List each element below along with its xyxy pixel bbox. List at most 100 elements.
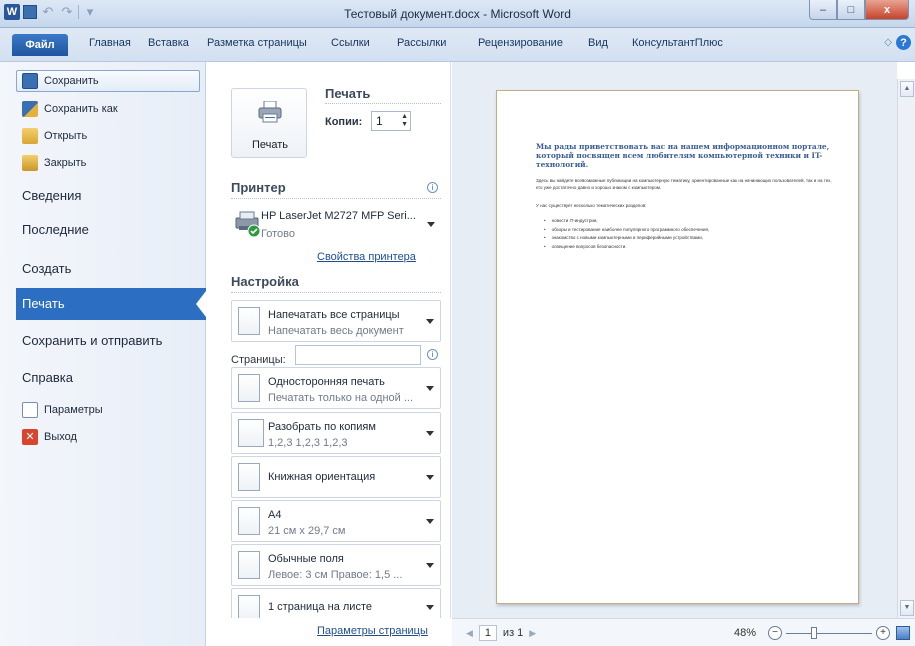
tab-view[interactable]: Вид <box>588 37 608 49</box>
info-icon[interactable]: i <box>427 349 438 360</box>
nav-save-send[interactable]: Сохранить и отправить <box>22 333 162 348</box>
pages-label: Страницы: <box>231 354 286 366</box>
preview-scrollbar[interactable]: ▲ ▼ <box>897 79 915 618</box>
printer-device-icon <box>235 211 261 238</box>
nav-save-label: Сохранить <box>44 75 99 87</box>
current-page-input[interactable]: 1 <box>478 625 497 641</box>
zoom-out-icon[interactable]: − <box>768 626 782 640</box>
margins-sub: Левое: 3 см Правое: 1,5 ... <box>268 569 403 581</box>
collate-main: Разобрать по копиям <box>268 421 376 433</box>
zoom-percent[interactable]: 48% <box>734 627 756 639</box>
tab-page-layout[interactable]: Разметка страницы <box>207 37 307 49</box>
copies-spinner-icon[interactable]: ▲ ▼ <box>401 113 408 129</box>
chevron-down-icon <box>426 386 434 391</box>
document-paragraph: Здесь вы найдете всевозможные публикации… <box>536 178 832 190</box>
printer-dropdown[interactable]: HP LaserJet M2727 MFP Seri... Готово <box>231 204 441 246</box>
portrait-icon <box>238 463 260 491</box>
nav-open[interactable]: Открыть <box>22 128 87 144</box>
page-setup-link[interactable]: Параметры страницы <box>317 625 428 637</box>
nav-save-as[interactable]: Сохранить как <box>22 101 118 117</box>
copies-label: Копии: <box>325 116 363 128</box>
tab-file[interactable]: Файл <box>12 34 68 56</box>
tab-mailings[interactable]: Рассылки <box>397 37 446 49</box>
minimize-button[interactable]: – <box>809 0 837 20</box>
divider <box>231 292 441 293</box>
collate-sub: 1,2,3 1,2,3 1,2,3 <box>268 437 348 449</box>
nav-save-as-label: Сохранить как <box>44 103 118 115</box>
paper-size-dropdown[interactable]: A4 21 см x 29,7 см <box>231 500 441 542</box>
paper-size-sub: 21 см x 29,7 см <box>268 525 346 537</box>
printer-section-title: Принтер <box>231 180 286 195</box>
document-intro: У нас существует несколько тематических … <box>536 203 647 208</box>
preview-status-bar: ◀ 1 из 1 ▶ 48% − + <box>452 618 915 646</box>
ribbon-tabs: Файл Главная Вставка Разметка страницы С… <box>0 28 915 62</box>
info-icon[interactable]: i <box>427 182 438 193</box>
list-item: знакомство с новыми компьютерными и пери… <box>544 234 709 243</box>
nav-exit[interactable]: ✕ Выход <box>22 429 77 445</box>
page-setup-bar: Параметры страницы <box>207 618 452 646</box>
printer-status: Готово <box>261 228 295 240</box>
nav-save[interactable]: Сохранить <box>22 73 99 89</box>
minimize-ribbon-icon[interactable]: ◇ <box>884 37 892 48</box>
pages-icon <box>238 307 260 335</box>
window-controls: – □ x <box>809 0 909 20</box>
nav-info[interactable]: Сведения <box>22 188 81 203</box>
margins-icon <box>238 551 260 579</box>
zoom-to-page-icon[interactable] <box>896 626 910 640</box>
document-heading: Мы рады приветствовать вас на нашем инфо… <box>536 142 830 169</box>
copies-input[interactable]: 1 ▲ ▼ <box>371 111 411 131</box>
sides-main: Односторонняя печать <box>268 376 385 388</box>
orientation-dropdown[interactable]: Книжная ориентация <box>231 456 441 498</box>
nav-options[interactable]: Параметры <box>22 402 103 418</box>
tab-references[interactable]: Ссылки <box>331 37 370 49</box>
chevron-down-icon <box>426 475 434 480</box>
print-button-label: Печать <box>251 139 289 151</box>
tab-review[interactable]: Рецензирование <box>478 37 563 49</box>
one-sided-icon <box>238 374 260 402</box>
sides-dropdown[interactable]: Односторонняя печать Печатать только на … <box>231 367 441 409</box>
print-range-main: Напечатать все страницы <box>268 309 400 321</box>
nav-recent[interactable]: Последние <box>22 222 89 237</box>
tab-insert[interactable]: Вставка <box>148 37 189 49</box>
divider <box>231 198 441 199</box>
close-button[interactable]: x <box>865 0 909 20</box>
nav-print[interactable]: Печать <box>22 296 65 311</box>
settings-section-title: Настройка <box>231 274 299 289</box>
print-section-title: Печать <box>325 86 371 101</box>
print-preview: Мы рады приветствовать вас на нашем инфо… <box>452 62 897 618</box>
nav-new[interactable]: Создать <box>22 261 71 276</box>
chevron-down-icon <box>427 222 435 227</box>
scroll-up-icon[interactable]: ▲ <box>900 81 914 97</box>
paper-size-main: A4 <box>268 509 282 521</box>
previous-page-icon[interactable]: ◀ <box>466 628 473 639</box>
zoom-in-icon[interactable]: + <box>876 626 890 640</box>
tab-consultantplus[interactable]: КонсультантПлюс <box>632 37 723 49</box>
zoom-slider[interactable] <box>786 633 872 634</box>
printer-properties-link[interactable]: Свойства принтера <box>317 251 416 263</box>
floppy-icon <box>22 73 38 89</box>
sides-sub: Печатать только на одной ... <box>268 392 414 404</box>
margins-dropdown[interactable]: Обычные поля Левое: 3 см Правое: 1,5 ... <box>231 544 441 586</box>
collate-dropdown[interactable]: Разобрать по копиям 1,2,3 1,2,3 1,2,3 <box>231 412 441 454</box>
page-navigator: ◀ 1 из 1 ▶ <box>466 625 536 641</box>
nav-exit-label: Выход <box>44 431 77 443</box>
divider <box>325 103 441 104</box>
tab-home[interactable]: Главная <box>89 37 131 49</box>
maximize-button[interactable]: □ <box>837 0 865 20</box>
document-bullet-list: новости IT-индустрии, обзоры и тестирова… <box>544 217 710 251</box>
print-settings-panel: Печать Печать Копии: 1 ▲ ▼ Принтер i HP L… <box>207 62 451 646</box>
scroll-down-icon[interactable]: ▼ <box>900 600 914 616</box>
zoom-slider-thumb[interactable] <box>811 627 817 639</box>
copies-value: 1 <box>376 114 383 128</box>
nav-close[interactable]: Закрыть <box>22 155 86 171</box>
next-page-icon[interactable]: ▶ <box>529 628 536 639</box>
help-icon[interactable]: ? <box>896 35 911 50</box>
pages-input[interactable] <box>295 345 421 365</box>
printer-icon <box>258 101 282 123</box>
backstage-nav: Сохранить Сохранить как Открыть Закрыть … <box>0 62 206 646</box>
print-range-dropdown[interactable]: Напечатать все страницы Напечатать весь … <box>231 300 441 342</box>
paper-size-icon <box>238 507 260 535</box>
nav-help[interactable]: Справка <box>22 370 73 385</box>
ribbon-right-controls: ◇ ? <box>884 35 911 50</box>
print-button[interactable]: Печать <box>231 88 307 158</box>
